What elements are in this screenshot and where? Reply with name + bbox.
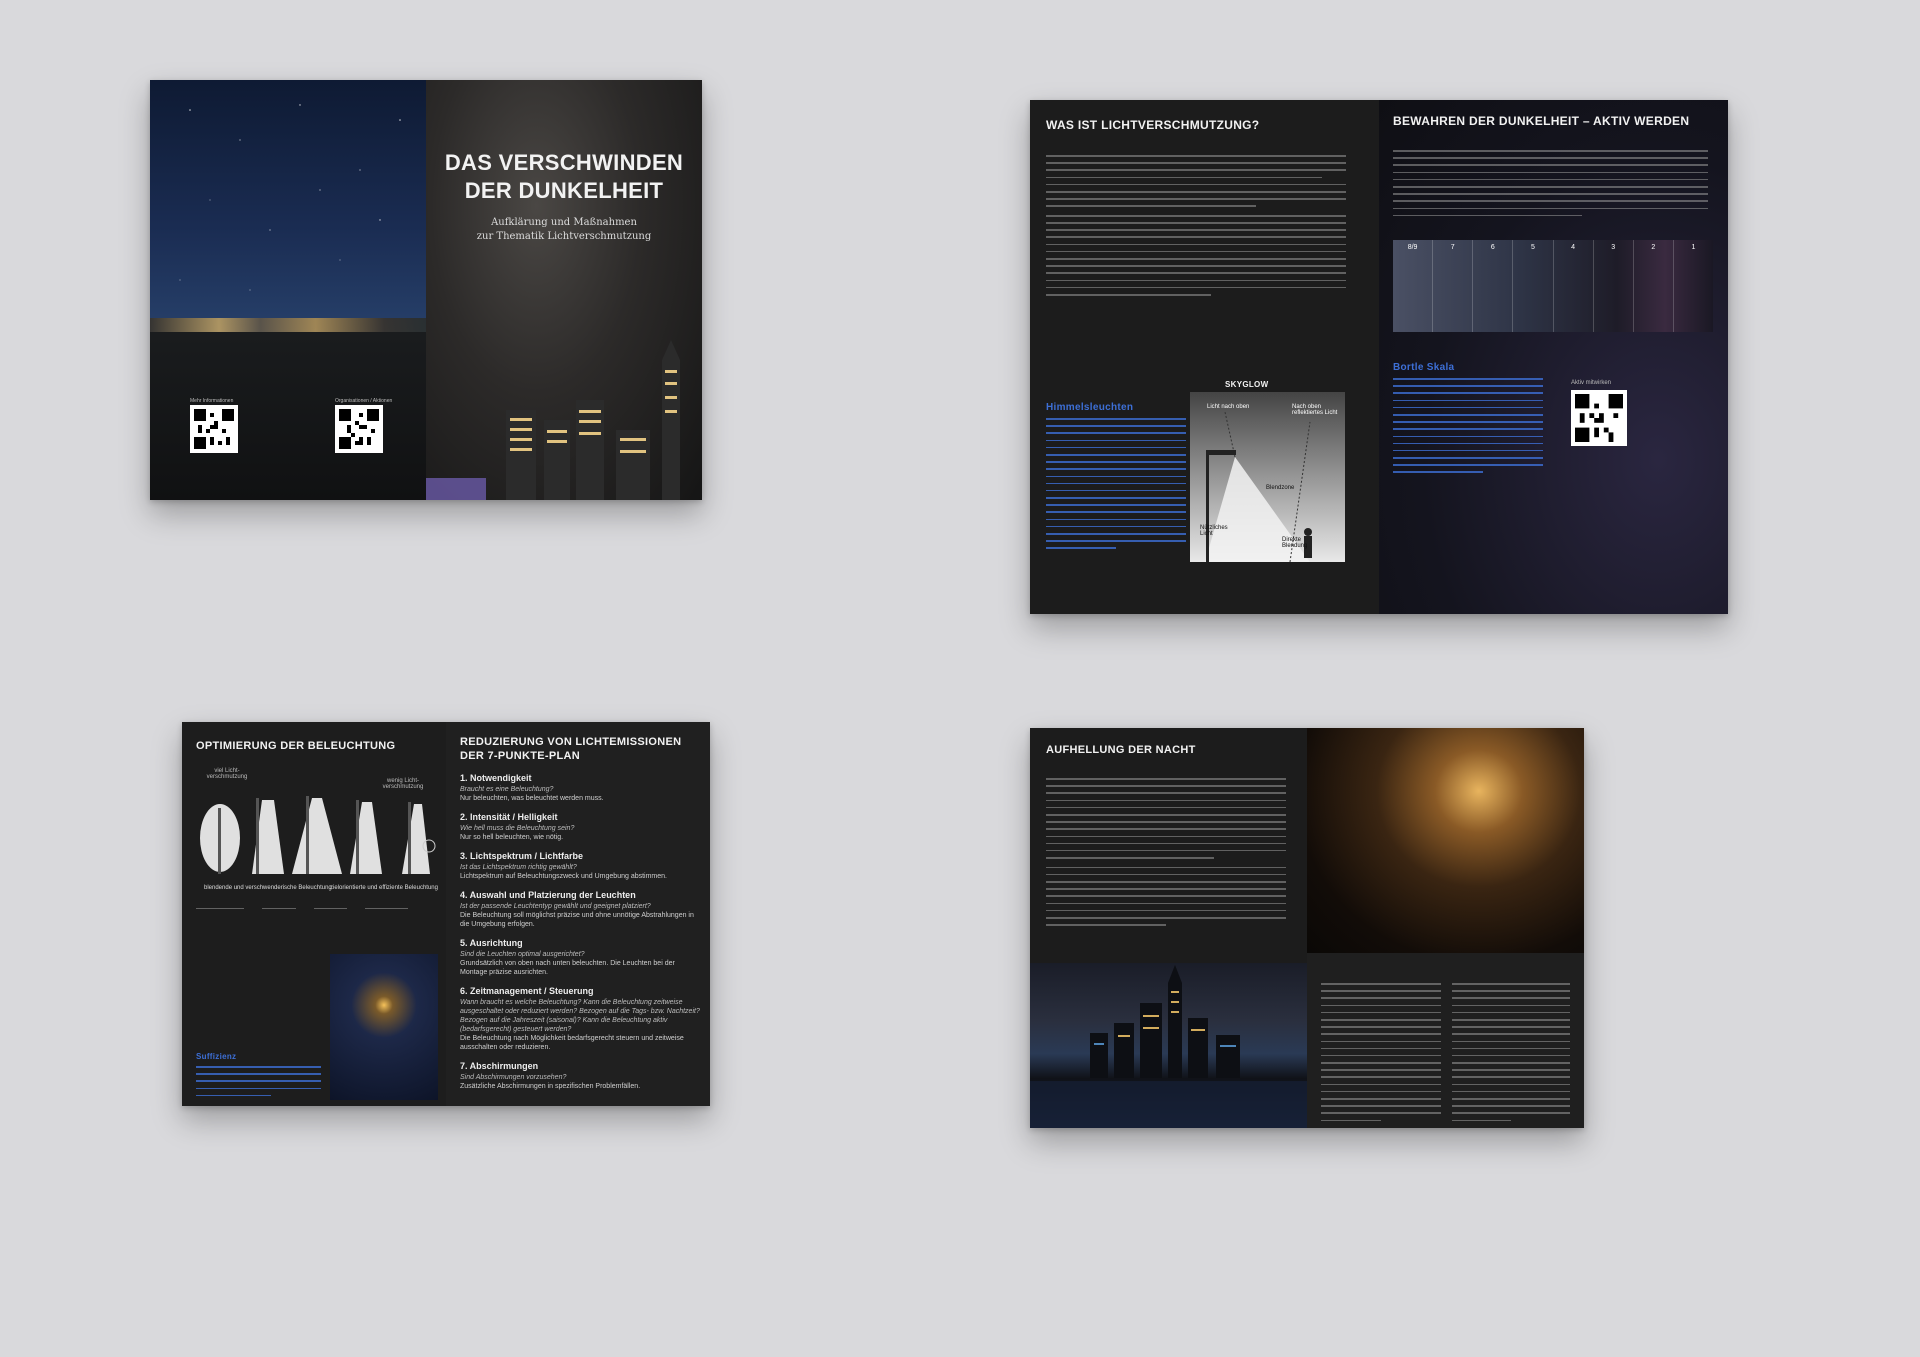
- plan-item-answer: Zusätzliche Abschirmungen in spezifische…: [460, 1083, 641, 1090]
- skyglow-licht-nach-oben: Licht nach oben: [1207, 404, 1250, 410]
- plan-item: 3. Lichtspektrum / Lichtfarbe Ist das Li…: [460, 851, 700, 881]
- plan-item-question: Ist das Lichtspektrum richtig gewählt?: [460, 864, 577, 871]
- skyglow-direkt: Direkte Blendung: [1282, 537, 1308, 549]
- zielorientierte-beleuchtung-label: zielorientierte und effiziente Beleuchtu…: [330, 885, 438, 891]
- qr-label-left: Mehr Informationen: [190, 398, 234, 404]
- heading-reduzierung-line2: DER 7-PUNKTE-PLAN: [460, 750, 580, 762]
- abbildungen-quellen-text-right: [1452, 983, 1570, 1127]
- plan-item-title: 5. Ausrichtung: [460, 938, 523, 948]
- street-lamp-photo: [330, 954, 438, 1100]
- plan-item-title: 3. Lichtspektrum / Lichtfarbe: [460, 851, 584, 861]
- plan-item-question: Sind Abschirmungen vorzusehen?: [460, 1074, 567, 1081]
- wall-lamp-photo: [1307, 728, 1584, 953]
- horizon-glow: [150, 318, 426, 332]
- aktiv-werden-text: [1393, 150, 1708, 222]
- star-field: [179, 104, 401, 291]
- lamp-steps-flow: [196, 902, 436, 937]
- page-aufhellung: AUFHELLUNG DER NACHT: [1030, 728, 1307, 1128]
- page-aktiv-werden: BEWAHREN DER DUNKELHEIT – AKTIV WERDEN 8…: [1379, 100, 1728, 614]
- cover-back-page: Mehr Informationen Organisationen / Akti…: [150, 80, 426, 500]
- heading-bortle-skala: Bortle Skala: [1393, 362, 1455, 373]
- aufhellung-spread: AUFHELLUNG DER NACHT: [1030, 728, 1584, 1128]
- cover-title-line1: DAS VERSCHWINDEN: [444, 150, 684, 175]
- qr-code-aktiv[interactable]: [1571, 390, 1627, 446]
- heading-aufhellung-der-nacht: AUFHELLUNG DER NACHT: [1046, 744, 1196, 756]
- skyglow-blendzone: Blendzone: [1266, 485, 1295, 491]
- aufhellung-text: [1046, 778, 1286, 931]
- plan-item-answer: Die Beleuchtung nach Möglichkeit bedarfs…: [460, 1035, 684, 1051]
- viel-lichtverschmutzung-label: viel Licht-verschmutzung: [206, 768, 248, 780]
- plan-item: 2. Intensität / Helligkeit Wie hell muss…: [460, 812, 700, 842]
- plan-item-answer: Lichtspektrum auf Beleuchtungszweck und …: [460, 873, 667, 880]
- qr-code-right[interactable]: [335, 405, 383, 453]
- plan-item-answer: Nur beleuchten, was beleuchtet werden mu…: [460, 795, 604, 802]
- beleuchtung-spread: OPTIMIERUNG DER BELEUCHTUNG viel Licht-v…: [182, 722, 710, 1106]
- page-quellen: [1307, 728, 1584, 1128]
- plan-item-title: 1. Notwendigkeit: [460, 773, 532, 783]
- bortle-class-7: 7: [1433, 240, 1474, 332]
- qr-code-icon: [194, 409, 234, 449]
- bortle-scale-image: 8/9 7 6 5 4 3 2 1: [1393, 240, 1713, 332]
- cover-spread: Mehr Informationen Organisationen / Akti…: [150, 80, 702, 500]
- bortle-class-5: 5: [1513, 240, 1554, 332]
- qr-code-icon: [339, 409, 379, 449]
- intro-text-block: [1046, 155, 1346, 301]
- skyglow-reflektiert: Nach oben reflektiertes Licht: [1292, 404, 1338, 416]
- cover-title-line2: DER DUNKELHEIT: [464, 178, 664, 203]
- bortle-class-2: 2: [1634, 240, 1674, 332]
- page-7-punkte-plan: REDUZIERUNG VON LICHTEMISSIONEN DER 7-PU…: [446, 722, 710, 1106]
- himmelsleuchten-text: [1046, 418, 1186, 555]
- seven-point-plan-list: 1. Notwendigkeit Braucht es eine Beleuch…: [460, 764, 700, 1091]
- info-spread: WAS IST LICHTVERSCHMUTZUNG? Himmelsleuch…: [1030, 100, 1728, 614]
- city-skyline-illustration: [426, 340, 680, 500]
- cover-front-page: DAS VERSCHWINDEN DER DUNKELHEIT Aufkläru…: [426, 80, 702, 500]
- frankfurt-skyline-photo: [1030, 963, 1307, 1128]
- plan-item-answer: Nur so hell beleuchten, wie nötig.: [460, 834, 564, 841]
- plan-item-answer: Grundsätzlich von oben nach unten beleuc…: [460, 960, 675, 976]
- bortle-class-4: 4: [1554, 240, 1594, 332]
- plan-item-question: Wie hell muss die Beleuchtung sein?: [460, 825, 575, 832]
- abbildungen-quellen-text-left: [1321, 983, 1441, 1127]
- heading-suffizienz: Suffizienz: [196, 1052, 237, 1061]
- bortle-class-1: 1: [1691, 244, 1696, 251]
- qr-code-left[interactable]: [190, 405, 238, 453]
- heading-was-ist-lichtverschmutzung: WAS IST LICHTVERSCHMUTZUNG?: [1046, 118, 1260, 132]
- skyline-silhouette: [1030, 965, 1307, 1128]
- plan-item-title: 4. Auswahl und Platzierung der Leuchten: [460, 890, 636, 900]
- plan-item-answer: Die Beleuchtung soll möglichst präzise u…: [460, 912, 694, 928]
- plan-item-title: 2. Intensität / Helligkeit: [460, 812, 558, 822]
- aktiv-mitwirken-label: Aktiv mitwirken: [1571, 380, 1612, 386]
- plan-item-title: 7. Abschirmungen: [460, 1061, 539, 1071]
- plan-item-question: Sind die Leuchten optimal ausgerichtet?: [460, 951, 585, 958]
- heading-bewahren-der-dunkelheit: BEWAHREN DER DUNKELHEIT – AKTIV WERDEN: [1393, 114, 1690, 128]
- plan-item-question: Ist der passende Leuchtentyp gewählt und…: [460, 903, 651, 910]
- plan-item-question: Wann braucht es welche Beleuchtung? Kann…: [460, 999, 700, 1033]
- heading-reduzierung-line1: REDUZIERUNG VON LICHTEMISSIONEN: [460, 736, 682, 748]
- qr-label-right: Organisationen / Aktionen: [335, 398, 393, 404]
- skyglow-label: SKYGLOW: [1225, 380, 1269, 389]
- plan-item-title: 6. Zeitmanagement / Steuerung: [460, 986, 594, 996]
- plan-item-question: Braucht es eine Beleuchtung?: [460, 786, 554, 793]
- skyglow-nuetzlich: Nützliches Licht: [1200, 525, 1228, 537]
- plan-item: 4. Auswahl und Platzierung der Leuchten …: [460, 890, 700, 929]
- heading-optimierung: OPTIMIERUNG DER BELEUCHTUNG: [196, 740, 396, 752]
- cover-subtitle-line2: zur Thematik Lichtverschmutzung: [476, 231, 652, 242]
- plan-item: 6. Zeitmanagement / Steuerung Wann brauc…: [460, 986, 700, 1052]
- bortle-text: [1393, 378, 1543, 479]
- cover-subtitle-line1: Aufklärung und Maßnahmen: [491, 217, 637, 228]
- plan-item: 7. Abschirmungen Sind Abschirmungen vorz…: [460, 1061, 700, 1091]
- plan-item: 5. Ausrichtung Sind die Leuchten optimal…: [460, 938, 700, 977]
- qr-code-icon: [1575, 394, 1623, 442]
- heading-himmelsleuchten: Himmelsleuchten: [1046, 402, 1134, 413]
- lamp-comparison-illustration: [200, 796, 436, 874]
- bortle-class-6: 6: [1473, 240, 1514, 332]
- bortle-class-3: 3: [1594, 240, 1634, 332]
- bortle-class-8-9: 8/9: [1393, 240, 1434, 332]
- page-optimierung: OPTIMIERUNG DER BELEUCHTUNG viel Licht-v…: [182, 722, 446, 1106]
- blendende-beleuchtung-label: blendende und verschwenderische Beleucht…: [204, 885, 332, 891]
- suffizienz-text: [196, 1066, 321, 1102]
- plan-item: 1. Notwendigkeit Braucht es eine Beleuch…: [460, 773, 700, 803]
- page-lichtverschmutzung: WAS IST LICHTVERSCHMUTZUNG? Himmelsleuch…: [1030, 100, 1379, 614]
